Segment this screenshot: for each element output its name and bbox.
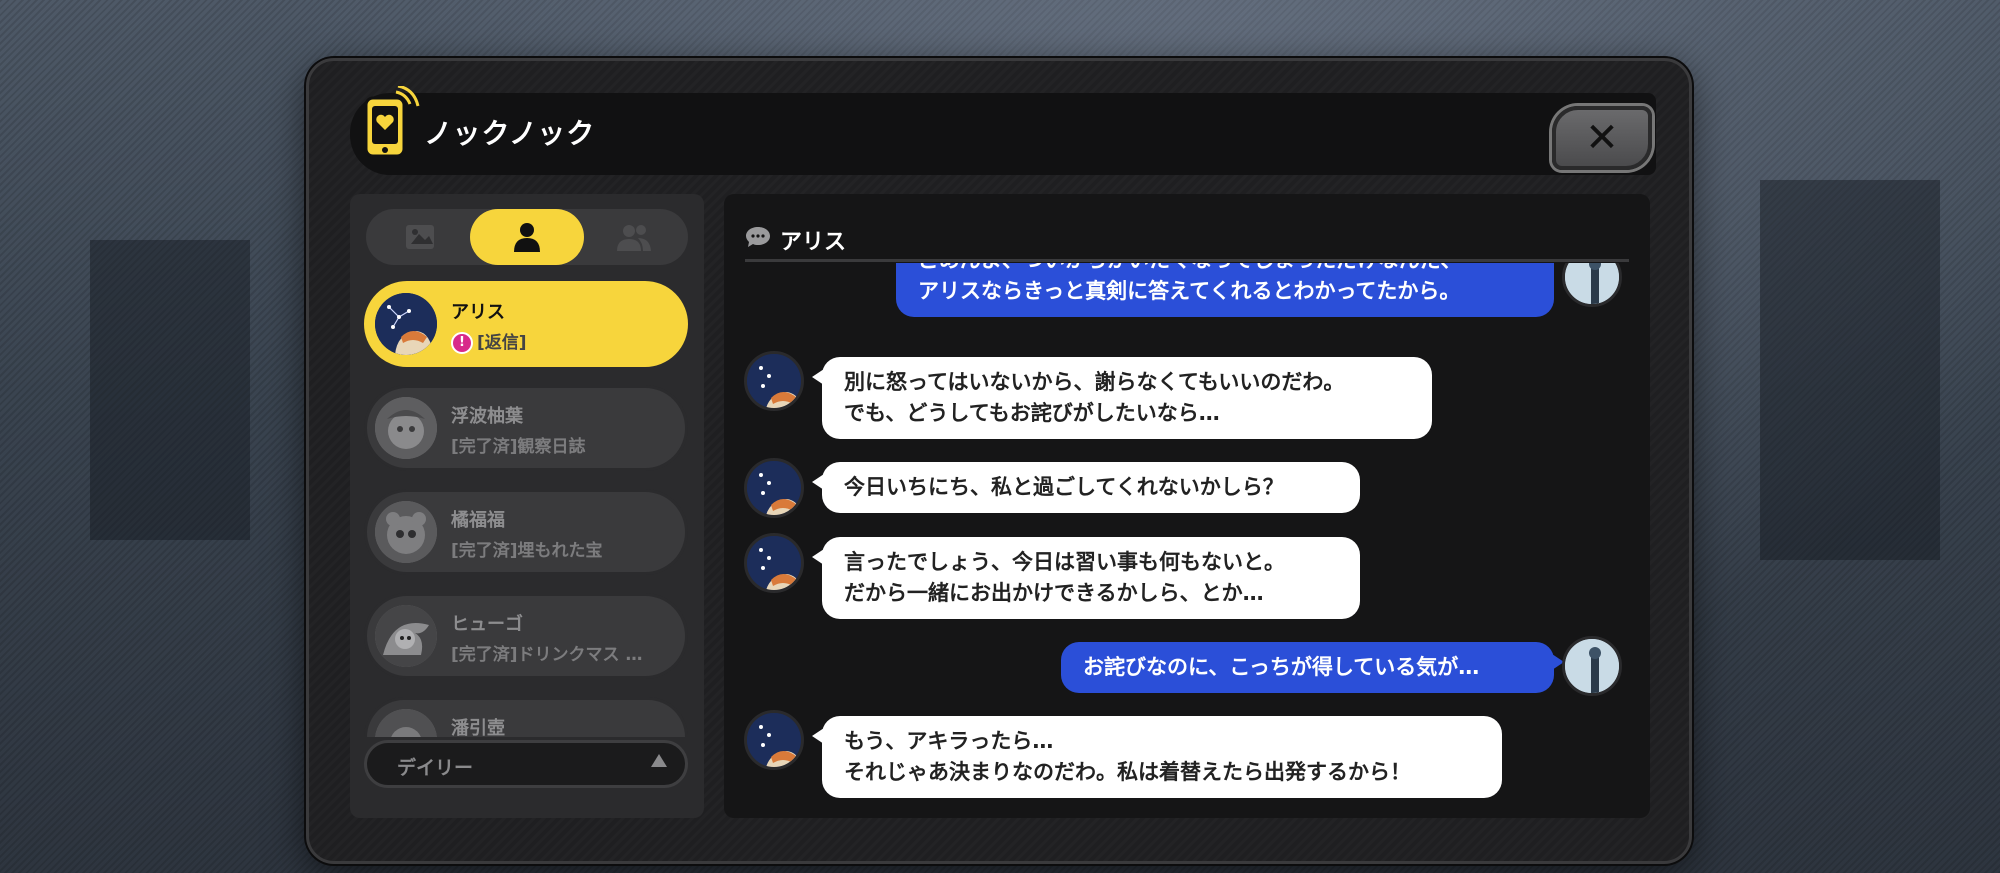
avatar <box>375 293 437 355</box>
message-bubble-outgoing: ごめんよ、ついからかいたくなってしまっただけなんだ、 アリスならきっと真剣に答え… <box>896 263 1554 317</box>
contact-item-hugo[interactable]: ヒューゴ [完了済]ドリンクマス … <box>364 593 688 679</box>
alice-avatar-image <box>375 293 437 355</box>
chat-contact-name: アリス <box>780 230 847 255</box>
alice-avatar <box>744 533 804 593</box>
contact-status: [完了済]埋もれた宝 <box>451 541 603 561</box>
message-bubble-incoming: 今日いちにち、私と過ごしてくれないかしら？ <box>812 462 1360 513</box>
speech-bubble-icon <box>746 227 770 247</box>
contact-status: ! [返信] <box>451 328 527 354</box>
contact-item-partial[interactable]: 潘引壺 <box>364 697 688 737</box>
message-bubble-outgoing: お詫びなのに、こっちが得している気が… <box>1061 642 1564 693</box>
contact-name: アリス <box>451 302 505 323</box>
notification-badge: ! <box>451 332 473 354</box>
avatar <box>375 397 437 459</box>
chat-header-divider <box>745 259 1629 262</box>
player-avatar <box>1562 636 1622 696</box>
alice-avatar <box>744 351 804 411</box>
contact-item-alice[interactable]: アリス ! [返信] <box>364 281 688 367</box>
background-building-right <box>1760 180 1940 560</box>
tachibana-avatar-image <box>375 501 437 563</box>
person-icon <box>514 223 540 252</box>
tab-bar <box>366 209 688 265</box>
contact-status: [完了済]観察日誌 <box>451 437 586 457</box>
tab-groups[interactable] <box>580 209 688 265</box>
avatar <box>375 605 437 667</box>
avatar <box>375 709 437 737</box>
player-avatar <box>1562 263 1622 307</box>
card-icon <box>406 225 434 249</box>
contact-name: ヒューゴ <box>451 614 523 635</box>
alice-avatar <box>744 710 804 770</box>
avatar <box>375 501 437 563</box>
close-button[interactable]: ✕ <box>1552 106 1652 170</box>
message-bubble-incoming: 別に怒ってはいないから、謝らなくてもいいのだわ。 でも、どうしてもお詫びがしたい… <box>812 357 1432 439</box>
background-building-left <box>90 240 250 540</box>
contact-item-tachibana[interactable]: 橘福福 [完了済]埋もれた宝 <box>364 489 688 575</box>
contact-item-ukinami[interactable]: 浮波柚葉 [完了済]観察日誌 <box>364 385 688 471</box>
filter-label: デイリー <box>397 757 474 779</box>
group-icon <box>617 225 651 251</box>
filter-dropdown[interactable]: デイリー <box>364 740 688 788</box>
tab-cards[interactable] <box>366 209 474 265</box>
ukinami-avatar-image <box>375 397 437 459</box>
triangle-up-icon <box>651 754 667 767</box>
message-bubble-incoming: 言ったでしょう、今日は習い事も何もないと。 だから一緒にお出かけできるかしら、と… <box>812 537 1360 619</box>
contact-name: 潘引壺 <box>451 718 505 737</box>
window-title: ノックノック <box>424 117 596 150</box>
contact-name: 浮波柚葉 <box>451 406 523 427</box>
contact-status: [完了済]ドリンクマス … <box>451 645 643 665</box>
message-list[interactable]: ごめんよ、ついからかいたくなってしまっただけなんだ、 アリスならきっと真剣に答え… <box>724 263 1650 803</box>
alice-avatar <box>744 458 804 518</box>
phone-heart-icon <box>364 86 420 158</box>
hugo-avatar-image <box>375 605 437 667</box>
partial-avatar-image <box>375 709 437 737</box>
contact-name: 橘福福 <box>451 510 505 531</box>
close-icon: ✕ <box>1585 115 1619 161</box>
message-bubble-incoming: もう、アキラったら… それじゃあ決まりなのだわ。私は着替えたら出発するから！ <box>812 716 1502 798</box>
tab-contacts[interactable] <box>470 209 584 265</box>
